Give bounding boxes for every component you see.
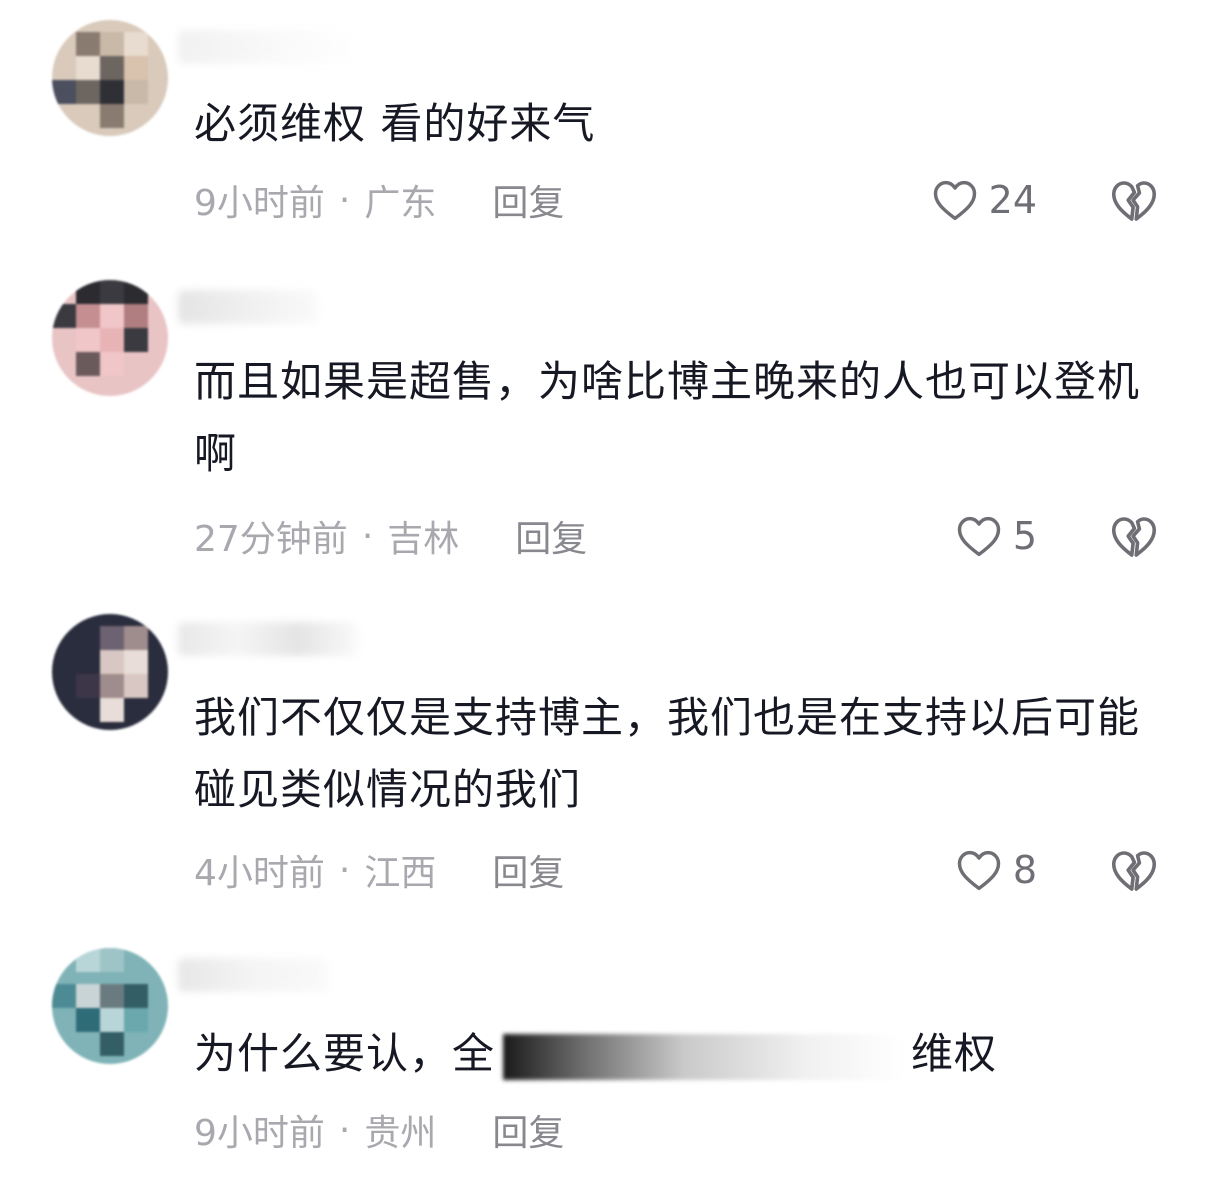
avatar[interactable] <box>52 280 168 396</box>
comment-location: 贵州 <box>364 1113 437 1154</box>
comment-text: 为什么要认，全 维权 <box>194 1018 1174 1090</box>
like-count: 24 <box>988 178 1037 222</box>
avatar[interactable] <box>52 20 168 136</box>
comment-text-end: 维权 <box>911 1029 998 1078</box>
like-button[interactable]: 8 <box>953 846 1037 894</box>
separator-dot: · <box>338 849 351 891</box>
avatar[interactable] <box>52 948 168 1064</box>
heart-icon <box>957 516 1001 557</box>
comment-location: 广东 <box>364 183 437 224</box>
comment-time: 4小时前 <box>194 853 325 894</box>
username-redacted[interactable] <box>178 290 318 324</box>
comment-time: 9小时前 <box>194 183 325 224</box>
like-count: 8 <box>1012 848 1037 892</box>
reply-button[interactable]: 回复 <box>515 510 587 562</box>
broken-heart-icon[interactable] <box>1107 510 1161 564</box>
comment-location: 吉林 <box>387 519 460 560</box>
heart-icon <box>933 180 976 221</box>
reply-button[interactable]: 回复 <box>492 174 564 226</box>
comment-meta: 4小时前 · 江西 回复 <box>194 844 564 896</box>
username-redacted[interactable] <box>178 958 328 992</box>
username-redacted[interactable] <box>178 30 358 64</box>
comment-meta: 27分钟前 · 吉林 回复 <box>194 510 587 562</box>
like-count: 5 <box>1012 514 1037 558</box>
separator-dot: · <box>338 179 351 221</box>
like-button[interactable]: 24 <box>929 176 1037 224</box>
separator-dot: · <box>338 1109 351 1151</box>
broken-heart-icon[interactable] <box>1107 844 1161 898</box>
comment-text: 而且如果是超售，为啥比博主晚来的人也可以登机啊 <box>194 357 1141 478</box>
separator-dot: · <box>361 515 374 557</box>
comment-time: 27分钟前 <box>194 519 348 560</box>
username-redacted[interactable] <box>178 622 358 656</box>
heart-icon <box>957 850 1001 891</box>
comment-text: 必须维权 看的好来气 <box>194 99 596 148</box>
comment-time: 9小时前 <box>194 1113 325 1154</box>
avatar[interactable] <box>52 614 168 730</box>
reply-button[interactable]: 回复 <box>492 844 564 896</box>
comment-location: 江西 <box>364 853 437 894</box>
comment-meta: 9小时前 · 贵州 回复 <box>194 1104 564 1156</box>
comment-text: 我们不仅仅是支持博主，我们也是在支持以后可能碰见类似情况的我们 <box>194 693 1141 814</box>
redaction-bar <box>503 1033 904 1080</box>
broken-heart-icon[interactable] <box>1107 174 1161 228</box>
comment-meta: 9小时前 · 广东 回复 <box>194 174 564 226</box>
reply-button[interactable]: 回复 <box>492 1104 564 1156</box>
like-button[interactable]: 5 <box>953 512 1037 560</box>
comment-text-start: 为什么要认，全 <box>194 1029 496 1078</box>
